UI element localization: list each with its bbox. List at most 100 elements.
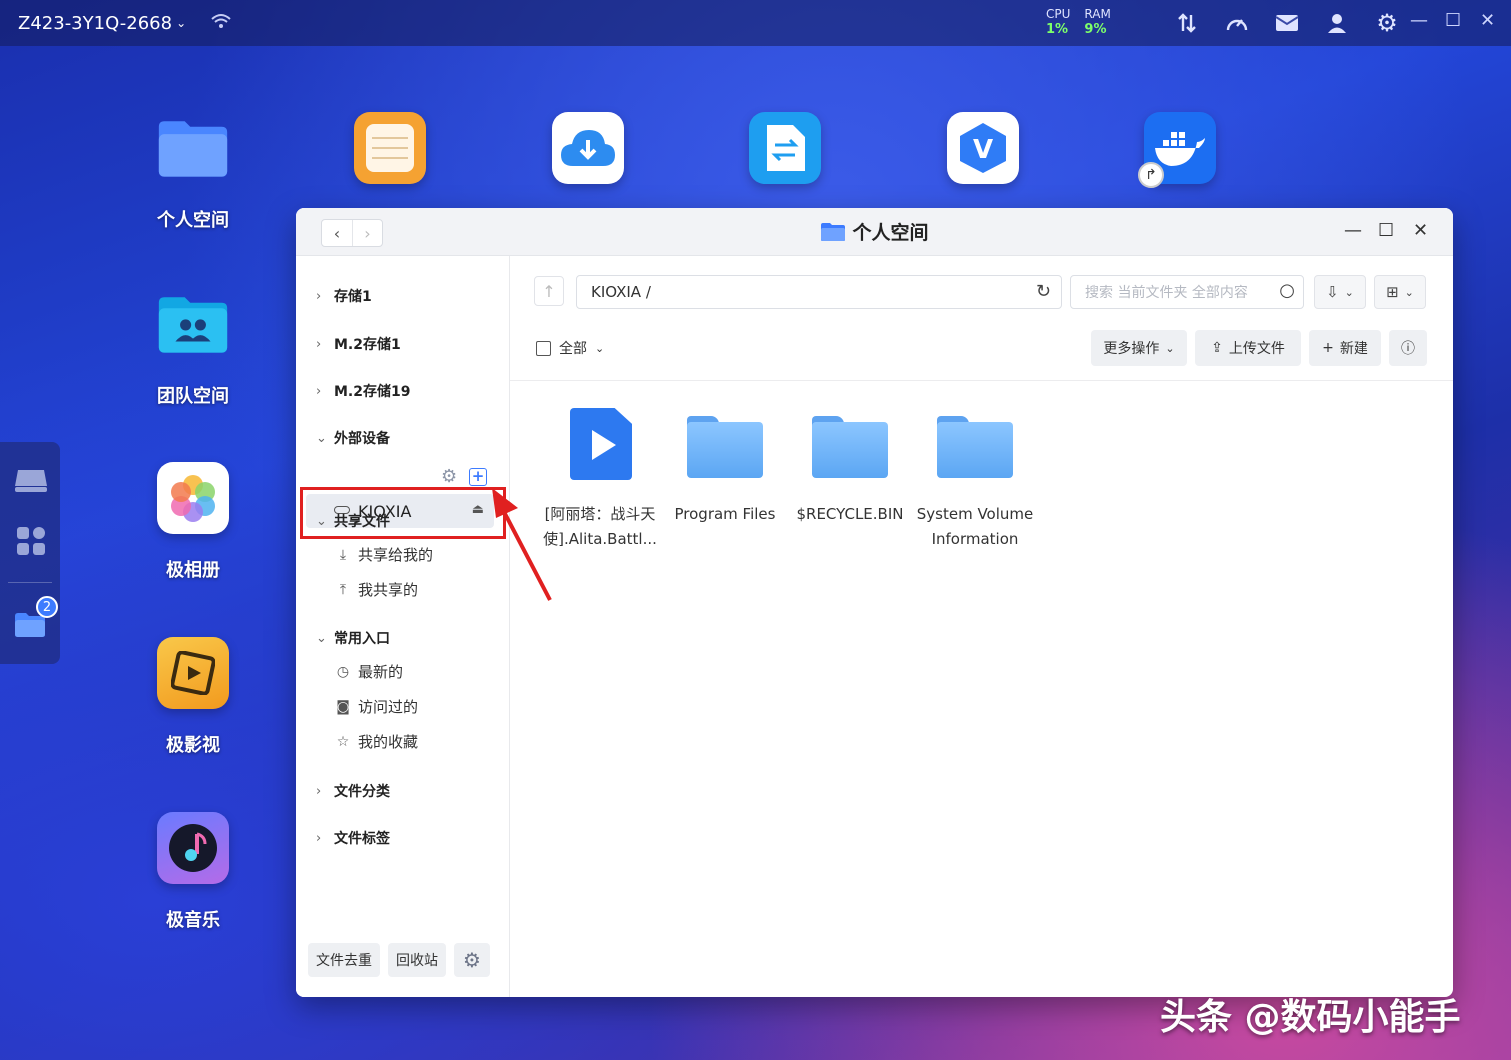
- folder-icon: [790, 408, 910, 484]
- new-label: 新建: [1339, 341, 1368, 357]
- desktop-icon-photos[interactable]: 极相册: [143, 462, 243, 582]
- sidebar-item-label: 我的收藏: [358, 733, 419, 751]
- minimize-icon[interactable]: —: [1410, 10, 1428, 31]
- desktop-icon-v-app[interactable]: V: [933, 112, 1033, 184]
- chevron-right-icon: ›: [316, 383, 322, 399]
- file-name-line1: System Volume: [916, 505, 1034, 523]
- select-all-checkbox[interactable]: [536, 340, 551, 356]
- desktop-icon-music[interactable]: 极音乐: [143, 812, 243, 932]
- device-name: Z423-3Y1Q-2668: [18, 12, 173, 34]
- desktop-icon-team-space[interactable]: 团队空间: [143, 288, 243, 408]
- sidebar-section-external[interactable]: ⌄ 外部设备: [316, 428, 390, 448]
- folder-item[interactable]: $RECYCLE.BIN: [790, 408, 910, 527]
- sidebar-section-label: 外部设备: [334, 431, 390, 447]
- dashboard-icon[interactable]: [1212, 8, 1262, 38]
- video-file-icon: [540, 408, 660, 484]
- window-maximize-button[interactable]: ☐: [1378, 220, 1394, 241]
- sort-button[interactable]: ⇩ ⌄: [1314, 275, 1366, 309]
- sidebar-section-label: 常用入口: [334, 631, 390, 647]
- refresh-icon[interactable]: ↻: [1036, 281, 1051, 302]
- sidebar-bottom-bar: 文件去重 回收站 ⚙: [308, 943, 490, 977]
- video-app-icon: [157, 637, 229, 709]
- sidebar-item-favorites[interactable]: ☆ 我的收藏: [334, 731, 418, 752]
- chevron-down-icon: ⌄: [316, 513, 327, 529]
- device-selector[interactable]: Z423-3Y1Q-2668 ⌄: [18, 13, 186, 34]
- more-actions-label: 更多操作: [1103, 341, 1160, 357]
- sidebar-item-my-shared[interactable]: ⤒ 我共享的: [334, 579, 418, 600]
- view-mode-button[interactable]: ⊞ ⌄: [1374, 275, 1426, 309]
- info-icon: ⓘ: [1401, 341, 1415, 357]
- info-button[interactable]: ⓘ: [1389, 330, 1427, 366]
- watermark: 头条 @数码小能手: [1160, 997, 1461, 1038]
- desktop-icon-label: 团队空间: [157, 386, 229, 407]
- apps-grid-icon[interactable]: [16, 526, 46, 560]
- monitor-icon[interactable]: [14, 468, 48, 498]
- maximize-icon[interactable]: ☐: [1445, 10, 1461, 31]
- select-all[interactable]: 全部 ⌄: [536, 338, 604, 358]
- path-bar[interactable]: KIOXIA / ↻: [576, 275, 1062, 309]
- desktop-icon-personal-space[interactable]: 个人空间: [143, 112, 243, 232]
- sidebar-section-tags[interactable]: › 文件标签: [316, 828, 390, 848]
- window-close-button[interactable]: ✕: [1413, 220, 1428, 241]
- sidebar-item-label: 访问过的: [358, 698, 419, 716]
- mail-icon[interactable]: [1262, 8, 1312, 38]
- search-input[interactable]: 搜索 当前文件夹 全部内容 ○: [1070, 275, 1304, 309]
- chevron-right-icon: ›: [316, 783, 322, 799]
- desktop-icon-label: 极影视: [166, 735, 220, 756]
- svg-text:V: V: [973, 135, 993, 165]
- desktop-icon-docker[interactable]: ↱: [1130, 112, 1230, 188]
- window-minimize-button[interactable]: —: [1344, 220, 1362, 241]
- new-button[interactable]: + 新建: [1309, 330, 1381, 366]
- plus-icon: +: [1322, 340, 1334, 356]
- recycle-bin-button[interactable]: 回收站: [388, 943, 446, 977]
- select-all-label: 全部: [559, 341, 587, 357]
- share-in-icon: ⤓: [339, 546, 347, 563]
- sidebar-item-recent[interactable]: ◷ 最新的: [334, 661, 403, 682]
- v-app-icon: V: [947, 112, 1019, 184]
- close-icon[interactable]: ✕: [1480, 10, 1495, 31]
- sidebar-section-category[interactable]: › 文件分类: [316, 781, 390, 801]
- dock-divider: [8, 582, 52, 583]
- left-dock: 2: [0, 442, 60, 664]
- upload-button[interactable]: ⇪ 上传文件: [1195, 330, 1301, 366]
- chevron-down-icon: ⌄: [1404, 285, 1414, 299]
- gear-icon[interactable]: ⚙: [454, 943, 490, 977]
- shortcut-badge-icon: ↱: [1138, 162, 1164, 188]
- photos-icon: [157, 462, 229, 534]
- chevron-down-icon: ⌄: [316, 430, 327, 446]
- team-folder-icon: [157, 288, 229, 360]
- folder-item[interactable]: Program Files: [665, 408, 785, 527]
- settings-icon[interactable]: ⚙: [1362, 8, 1412, 38]
- ram-label: RAM: [1084, 7, 1111, 21]
- desktop-icon-video[interactable]: 极影视: [143, 637, 243, 757]
- sidebar-item-m2-storage19[interactable]: › M.2存储19: [316, 381, 410, 401]
- ram-stat: RAM 9%: [1084, 6, 1110, 38]
- transfer-icon[interactable]: [1162, 8, 1212, 38]
- sidebar-item-visited[interactable]: ◙ 访问过的: [334, 696, 418, 717]
- desktop-icon-download[interactable]: [538, 112, 638, 184]
- folder-item[interactable]: System Volume Information: [915, 408, 1035, 552]
- user-icon[interactable]: [1312, 8, 1362, 38]
- desktop-icon-notes[interactable]: [340, 112, 440, 184]
- sidebar-item-label: 存储1: [334, 289, 372, 305]
- sidebar-section-shared[interactable]: ⌄ 共享文件: [316, 511, 390, 531]
- window-titlebar: ‹ › 个人空间 — ☐ ✕: [296, 208, 1453, 256]
- music-app-icon: [157, 812, 229, 884]
- sidebar-item-label: 我共享的: [358, 581, 419, 599]
- external-settings-icon[interactable]: ⚙: [441, 468, 459, 486]
- desktop-icon-transfer[interactable]: [735, 112, 835, 184]
- file-transfer-icon: [749, 112, 821, 184]
- search-icon[interactable]: ○: [1279, 280, 1295, 301]
- upload-icon: ⇪: [1211, 340, 1223, 356]
- window-title-text: 个人空间: [852, 222, 929, 244]
- sidebar-section-common[interactable]: ⌄ 常用入口: [316, 628, 390, 648]
- sidebar-item-m2-storage1[interactable]: › M.2存储1: [316, 334, 401, 354]
- folder-icon: [821, 222, 846, 241]
- share-out-icon: ⤒: [339, 581, 347, 598]
- up-level-button[interactable]: ↑: [534, 276, 564, 306]
- sidebar-item-shared-with-me[interactable]: ⤓ 共享给我的: [334, 544, 433, 565]
- more-actions-button[interactable]: 更多操作 ⌄: [1091, 330, 1187, 366]
- sidebar-item-label: M.2存储19: [334, 384, 411, 400]
- dedupe-button[interactable]: 文件去重: [308, 943, 380, 977]
- sidebar-item-storage1[interactable]: › 存储1: [316, 286, 372, 306]
